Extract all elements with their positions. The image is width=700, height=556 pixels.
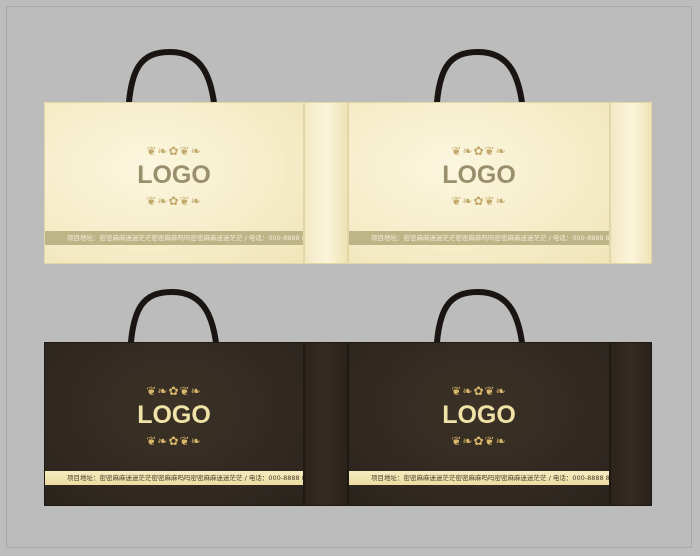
light-bag-layout: ❦❧✿❦❧ LOGO ❦❧✿❦❧ 项目地址：密密麻麻迷迷茫茫密密麻麻吗吗密密麻麻… bbox=[44, 46, 652, 264]
ornament-top: ❦❧✿❦❧ bbox=[451, 144, 507, 158]
light-bag-side-gusset bbox=[304, 102, 348, 264]
ornament-bottom: ❦❧✿❦❧ bbox=[451, 194, 507, 208]
address-strip: 项目地址：密密麻麻迷迷茫茫密密麻麻吗吗密密麻麻迷迷茫茫 / 电话：000-888… bbox=[349, 471, 609, 485]
address-strip: 项目地址：密密麻麻迷迷茫茫密密麻麻吗吗密密麻麻迷迷茫茫 / 电话：000-888… bbox=[45, 471, 303, 485]
dark-bag-back-panel: ❦❧✿❦❧ LOGO ❦❧✿❦❧ 项目地址：密密麻麻迷迷茫茫密密麻麻吗吗密密麻麻… bbox=[348, 342, 610, 506]
dark-bag-side-gusset-2 bbox=[610, 342, 652, 506]
light-bag-back-panel: ❦❧✿❦❧ LOGO ❦❧✿❦❧ 项目地址：密密麻麻迷迷茫茫密密麻麻吗吗密密麻麻… bbox=[348, 102, 610, 264]
ornament-bottom: ❦❧✿❦❧ bbox=[146, 434, 202, 448]
dark-bag-front-panel: ❦❧✿❦❧ LOGO ❦❧✿❦❧ 项目地址：密密麻麻迷迷茫茫密密麻麻吗吗密密麻麻… bbox=[44, 342, 304, 506]
ornament-top: ❦❧✿❦❧ bbox=[451, 384, 507, 398]
ornament-top: ❦❧✿❦❧ bbox=[146, 384, 202, 398]
ornament-bottom: ❦❧✿❦❧ bbox=[146, 194, 202, 208]
light-bag-side-gusset-2 bbox=[610, 102, 652, 264]
dark-bag-side-gusset bbox=[304, 342, 348, 506]
dark-bag-layout: ❦❧✿❦❧ LOGO ❦❧✿❦❧ 项目地址：密密麻麻迷迷茫茫密密麻麻吗吗密密麻麻… bbox=[44, 286, 652, 506]
ornament-top: ❦❧✿❦❧ bbox=[146, 144, 202, 158]
light-bag-front-panel: ❦❧✿❦❧ LOGO ❦❧✿❦❧ 项目地址：密密麻麻迷迷茫茫密密麻麻吗吗密密麻麻… bbox=[44, 102, 304, 264]
address-strip: 项目地址：密密麻麻迷迷茫茫密密麻麻吗吗密密麻麻迷迷茫茫 / 电话：000-888… bbox=[349, 231, 609, 245]
logo-text: LOGO bbox=[442, 161, 516, 189]
logo-text: LOGO bbox=[137, 401, 211, 429]
logo-text: LOGO bbox=[137, 161, 211, 189]
logo-text: LOGO bbox=[442, 401, 516, 429]
address-strip: 项目地址：密密麻麻迷迷茫茫密密麻麻吗吗密密麻麻迷迷茫茫 / 电话：000-888… bbox=[45, 231, 303, 245]
ornament-bottom: ❦❧✿❦❧ bbox=[451, 434, 507, 448]
